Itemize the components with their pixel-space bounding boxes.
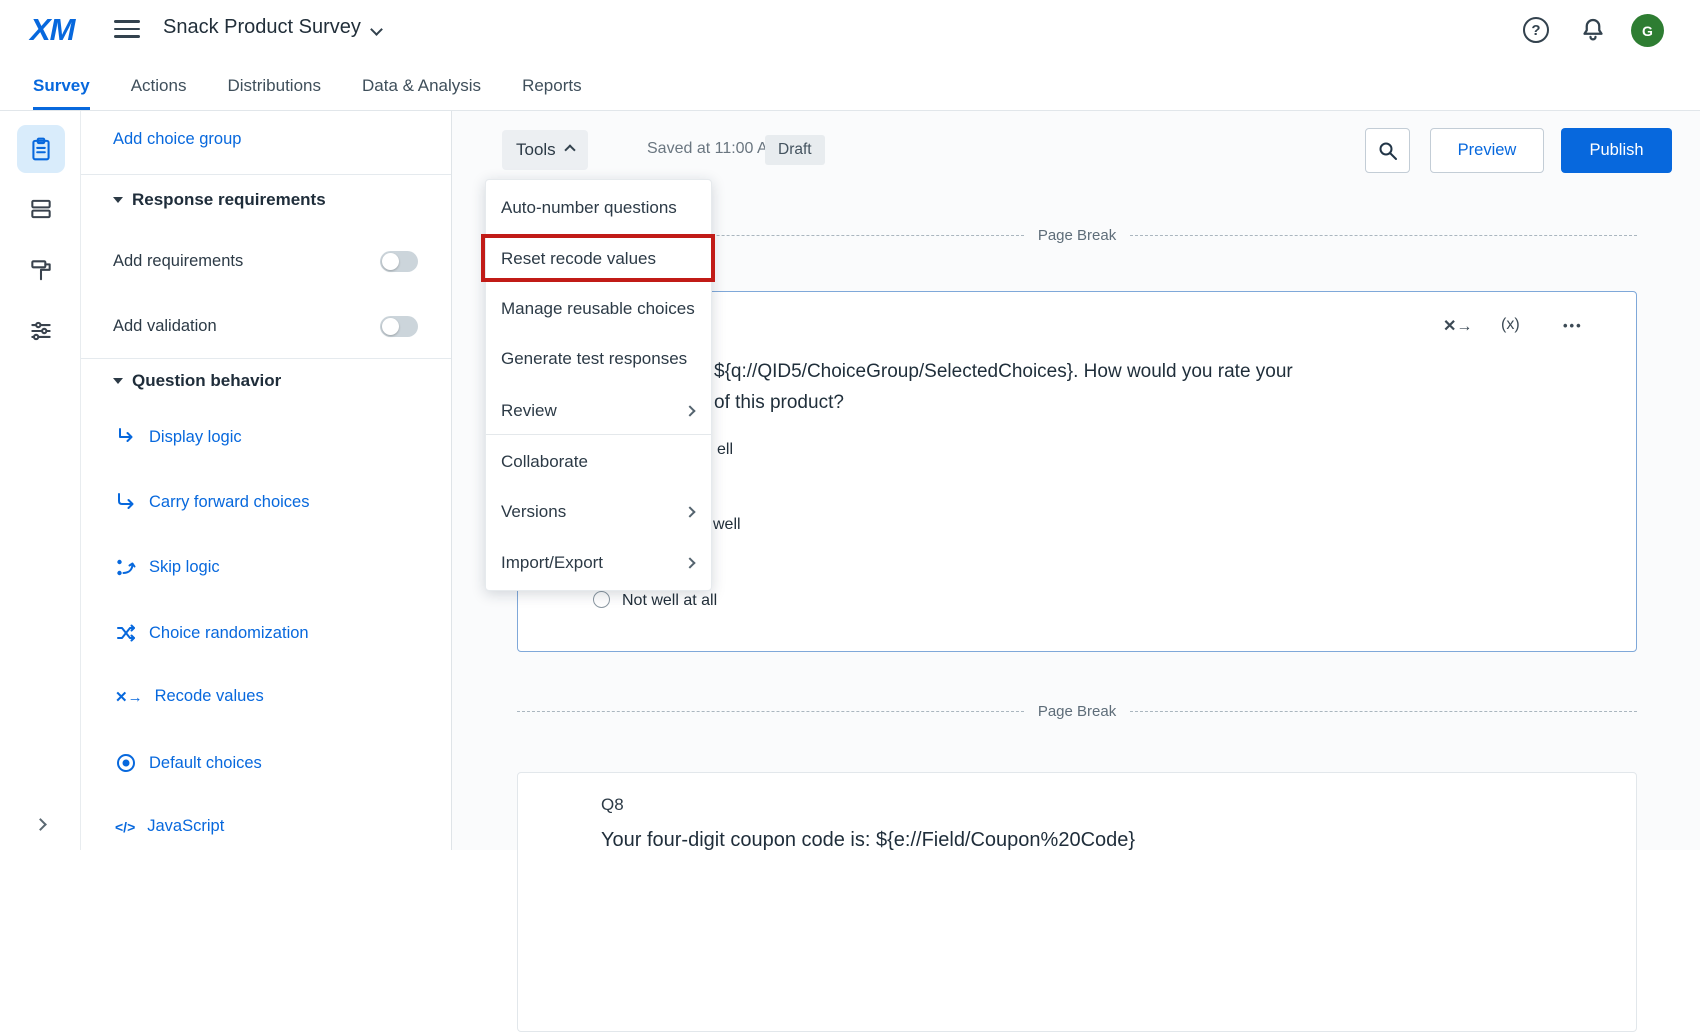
submenu-chevron-icon [684, 557, 695, 568]
survey-title[interactable]: Snack Product Survey [163, 16, 361, 39]
hamburger-menu-icon[interactable] [114, 20, 140, 40]
menu-item-generate-test-responses[interactable]: Generate test responses [486, 334, 711, 384]
collapse-caret-icon [113, 197, 123, 203]
tab-actions[interactable]: Actions [131, 61, 187, 110]
page-break-label: Page Break [1024, 227, 1130, 244]
menu-item-review[interactable]: Review [486, 386, 711, 436]
sidebar-item-display-logic[interactable]: Display logic [115, 426, 242, 448]
search-button[interactable] [1365, 128, 1410, 173]
choice-label-fragment[interactable]: well [713, 516, 741, 534]
status-badge: Draft [765, 135, 825, 165]
add-validation-label: Add validation [113, 317, 217, 336]
page-break-label: Page Break [1024, 703, 1130, 720]
menu-item-import-export[interactable]: Import/Export [486, 538, 711, 588]
survey-options-icon[interactable] [17, 307, 65, 355]
section-response-requirements[interactable]: Response requirements [113, 190, 326, 210]
tab-reports[interactable]: Reports [522, 61, 582, 110]
notifications-bell-icon[interactable] [1578, 15, 1608, 45]
default-choices-icon [115, 752, 137, 774]
skip-logic-icon [115, 556, 137, 578]
survey-builder-icon[interactable] [17, 125, 65, 173]
question-text[interactable]: Your four-digit coupon code is: ${e://Fi… [601, 829, 1135, 852]
tab-data-analysis[interactable]: Data & Analysis [362, 61, 481, 110]
choice-label[interactable]: Not well at all [622, 592, 717, 610]
tools-dropdown-menu: Auto-number questions Reset recode value… [485, 179, 712, 591]
menu-item-reset-recode-values[interactable]: Reset recode values [486, 234, 711, 284]
add-validation-toggle[interactable] [380, 316, 418, 337]
carry-forward-icon [115, 491, 137, 513]
xm-logo: XM [30, 12, 75, 48]
add-requirements-label: Add requirements [113, 252, 243, 271]
publish-button[interactable]: Publish [1561, 128, 1672, 173]
sidebar-item-skip-logic[interactable]: Skip logic [115, 556, 220, 578]
title-chevron-down-icon[interactable] [370, 23, 383, 36]
more-options-icon[interactable]: ••• [1563, 318, 1583, 333]
menu-item-manage-reusable-choices[interactable]: Manage reusable choices [486, 284, 711, 334]
sidebar-item-choice-randomization[interactable]: Choice randomization [115, 622, 309, 644]
left-icon-rail [0, 111, 81, 850]
survey-flow-icon[interactable] [17, 185, 65, 233]
shuffle-icon [115, 622, 137, 644]
add-choice-group-link[interactable]: Add choice group [113, 130, 241, 149]
divider [81, 358, 451, 359]
tab-distributions[interactable]: Distributions [227, 61, 321, 110]
collapse-caret-icon [113, 378, 123, 384]
question-text[interactable]: ${q://QID5/ChoiceGroup/SelectedChoices}.… [714, 356, 1293, 418]
menu-item-versions[interactable]: Versions [486, 487, 711, 537]
choice-label-fragment[interactable]: ell [717, 441, 733, 459]
piped-text-icon[interactable]: (x) [1501, 316, 1520, 334]
question-card-q8[interactable]: Q8 Your four-digit coupon code is: ${e:/… [517, 772, 1637, 1032]
avatar[interactable]: G [1631, 14, 1664, 47]
sidebar-item-default-choices[interactable]: Default choices [115, 752, 262, 774]
top-header: XM Snack Product Survey ? G [0, 0, 1700, 61]
question-editing-pane: Add choice group Response requirements A… [81, 111, 452, 850]
display-logic-icon [115, 426, 137, 448]
recode-values-indicator-icon[interactable]: ✕→ [1443, 316, 1472, 336]
add-requirements-toggle[interactable] [380, 251, 418, 272]
rail-expand-chevron-icon[interactable] [36, 816, 45, 834]
autosave-status: Saved at 11:00 AM [647, 140, 781, 158]
page-break-divider: Page Break [517, 703, 1637, 720]
tab-survey[interactable]: Survey [33, 61, 90, 110]
sidebar-item-carry-forward-choices[interactable]: Carry forward choices [115, 491, 309, 513]
menu-item-auto-number-questions[interactable]: Auto-number questions [486, 183, 711, 233]
section-question-behavior[interactable]: Question behavior [113, 371, 281, 391]
sidebar-item-javascript[interactable]: </> JavaScript [115, 817, 224, 836]
preview-button[interactable]: Preview [1430, 128, 1544, 173]
radio-button[interactable] [593, 591, 610, 608]
look-and-feel-icon[interactable] [17, 246, 65, 294]
question-id: Q8 [601, 795, 624, 815]
primary-nav: Survey Actions Distributions Data & Anal… [0, 61, 1700, 111]
menu-divider [486, 434, 711, 435]
menu-item-collaborate[interactable]: Collaborate [486, 437, 711, 487]
javascript-icon: </> [115, 819, 135, 835]
recode-values-icon: ✕→ [115, 688, 143, 706]
chevron-up-icon [564, 144, 575, 155]
help-icon[interactable]: ? [1523, 17, 1549, 43]
sidebar-item-recode-values[interactable]: ✕→ Recode values [115, 687, 264, 706]
search-icon [1377, 140, 1399, 162]
submenu-chevron-icon [684, 506, 695, 517]
submenu-chevron-icon [684, 405, 695, 416]
divider [81, 174, 451, 175]
tools-button[interactable]: Tools [502, 130, 588, 170]
